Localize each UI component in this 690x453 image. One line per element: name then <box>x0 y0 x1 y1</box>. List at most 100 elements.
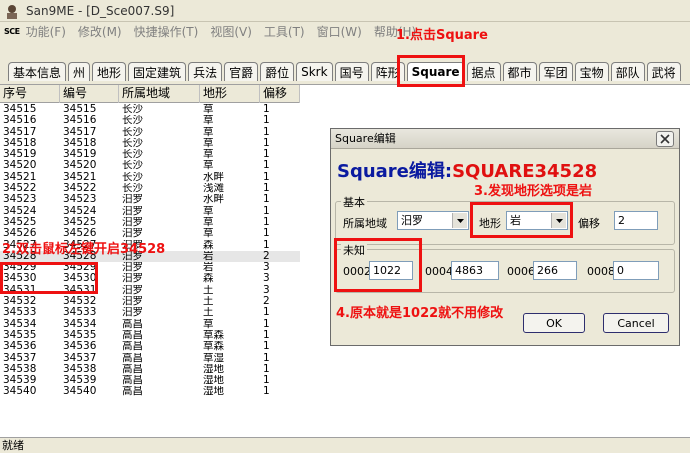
field-0008-input[interactable]: 0 <box>613 261 659 280</box>
table-row[interactable]: 34525 34525 汨罗 草 1 <box>0 217 300 228</box>
menu-modify[interactable]: 修改(M) <box>78 23 122 40</box>
table-row[interactable]: 34522 34522 长沙 浅滩 1 <box>0 183 300 194</box>
region-label: 所属地域 <box>343 217 387 230</box>
cell-id: 34518 <box>63 137 97 149</box>
highlight-unknown-0002 <box>334 238 422 292</box>
cell-id: 34538 <box>63 363 97 375</box>
tab-14[interactable]: 宝物 <box>574 62 609 81</box>
heading-square-id: SQUARE34528 <box>452 161 598 182</box>
cell-offset: 1 <box>263 126 270 138</box>
tab-1[interactable]: 州 <box>68 62 91 81</box>
cell-terrain: 草 <box>203 137 214 149</box>
cell-terrain: 草森 <box>203 329 224 341</box>
cell-region: 高昌 <box>122 375 143 387</box>
tab-12[interactable]: 都市 <box>502 62 537 81</box>
tab-15[interactable]: 部队 <box>610 62 645 81</box>
menu-quick-actions[interactable]: 快捷操作(T) <box>134 23 199 40</box>
menu-view[interactable]: 视图(V) <box>210 23 252 40</box>
cell-index: 34521 <box>3 171 37 183</box>
cell-index: 34516 <box>3 115 37 127</box>
cell-region: 高昌 <box>122 341 143 353</box>
menu-tools[interactable]: 工具(T) <box>264 23 305 40</box>
cell-region: 汨罗 <box>122 284 143 296</box>
table-row[interactable]: 34536 34536 高昌 草森 1 <box>0 341 300 352</box>
table-row[interactable]: 34533 34533 汨罗 土 1 <box>0 307 300 318</box>
column-header-id[interactable]: 编号 <box>60 85 119 103</box>
cell-region: 高昌 <box>122 318 143 330</box>
cell-offset: 1 <box>263 329 270 341</box>
menu-function[interactable]: 功能(F) <box>26 23 66 40</box>
offset-label: 偏移 <box>578 217 600 230</box>
cell-terrain: 土 <box>203 307 214 319</box>
tab-4[interactable]: 兵法 <box>188 62 223 81</box>
cell-terrain: 草 <box>203 228 214 240</box>
tab-7[interactable]: Skrk <box>296 62 333 81</box>
cell-offset: 2 <box>263 296 270 308</box>
column-header-index[interactable]: 序号 <box>0 85 60 103</box>
chevron-down-icon[interactable] <box>452 213 467 228</box>
tab-16[interactable]: 武将 <box>646 62 681 81</box>
table-row[interactable]: 34532 34532 汨罗 土 2 <box>0 296 300 307</box>
table-row[interactable]: 34517 34517 长沙 草 1 <box>0 127 300 138</box>
column-header-offset[interactable]: 偏移 <box>260 85 300 103</box>
tab-11[interactable]: 据点 <box>466 62 501 81</box>
cell-terrain: 草 <box>203 115 214 127</box>
menu-window[interactable]: 窗口(W) <box>317 23 362 40</box>
heading-prefix: Square编辑: <box>337 161 453 182</box>
table-row[interactable]: 34537 34537 高昌 草湿 1 <box>0 353 300 364</box>
tab-13[interactable]: 军团 <box>538 62 573 81</box>
cell-id: 34516 <box>63 115 97 127</box>
cell-index: 34536 <box>3 341 37 353</box>
tab-6[interactable]: 爵位 <box>260 62 295 81</box>
tab-2[interactable]: 地形 <box>92 62 127 81</box>
cell-region: 汨罗 <box>122 194 143 206</box>
cell-offset: 3 <box>263 284 270 296</box>
table-row[interactable]: 34538 34538 高昌 湿地 1 <box>0 364 300 375</box>
cell-id: 34523 <box>63 194 97 206</box>
cell-id: 34515 <box>63 104 97 115</box>
table-row[interactable]: 34534 34534 高昌 草 1 <box>0 319 300 330</box>
table-row[interactable]: 34535 34535 高昌 草森 1 <box>0 330 300 341</box>
table-row[interactable]: 34518 34518 长沙 草 1 <box>0 138 300 149</box>
cell-id: 34533 <box>63 307 97 319</box>
cell-id: 34517 <box>63 126 97 138</box>
field-0004-input[interactable]: 4863 <box>451 261 499 280</box>
cell-offset: 1 <box>263 352 270 364</box>
cell-terrain: 草森 <box>203 341 224 353</box>
tab-3[interactable]: 固定建筑 <box>128 62 187 81</box>
table-row[interactable]: 34520 34520 长沙 草 1 <box>0 160 300 171</box>
column-header-terrain[interactable]: 地形 <box>200 85 260 103</box>
table-row[interactable]: 34539 34539 高昌 湿地 1 <box>0 375 300 386</box>
cell-id: 34535 <box>63 329 97 341</box>
cell-region: 汨罗 <box>122 296 143 308</box>
cell-index: 34537 <box>3 352 37 364</box>
table-row[interactable]: 34519 34519 长沙 草 1 <box>0 149 300 160</box>
tab-8[interactable]: 国号 <box>334 62 369 81</box>
table-row[interactable]: 34540 34540 高昌 湿地 1 <box>0 386 300 397</box>
cell-id: 34519 <box>63 149 97 161</box>
cell-id: 34539 <box>63 375 97 387</box>
tab-5[interactable]: 官爵 <box>224 62 259 81</box>
highlight-square-tab <box>397 55 465 87</box>
cell-index: 34517 <box>3 126 37 138</box>
table-row[interactable]: 34515 34515 长沙 草 1 <box>0 104 300 115</box>
cell-offset: 1 <box>263 363 270 375</box>
field-0006-input[interactable]: 266 <box>533 261 577 280</box>
table-row[interactable]: 34524 34524 汨罗 草 1 <box>0 206 300 217</box>
close-button[interactable] <box>656 131 674 147</box>
tab-0[interactable]: 基本信息 <box>8 62 67 81</box>
cell-index: 34519 <box>3 149 37 161</box>
region-select[interactable]: 汨罗 <box>397 211 469 230</box>
table-row[interactable]: 34521 34521 长沙 水畔 1 <box>0 172 300 183</box>
column-header-region[interactable]: 所属地域 <box>119 85 200 103</box>
cell-id: 34534 <box>63 318 97 330</box>
cell-region: 汨罗 <box>122 307 143 319</box>
table-row[interactable]: 34516 34516 长沙 草 1 <box>0 115 300 126</box>
offset-field[interactable]: 2 <box>614 211 658 230</box>
ok-button[interactable]: OK <box>523 313 585 333</box>
cell-offset: 1 <box>263 205 270 217</box>
dialog-title-bar: Square编辑 <box>331 129 679 149</box>
dialog-title: Square编辑 <box>335 132 396 145</box>
cancel-button[interactable]: Cancel <box>603 313 669 333</box>
table-row[interactable]: 34523 34523 汨罗 水畔 1 <box>0 194 300 205</box>
